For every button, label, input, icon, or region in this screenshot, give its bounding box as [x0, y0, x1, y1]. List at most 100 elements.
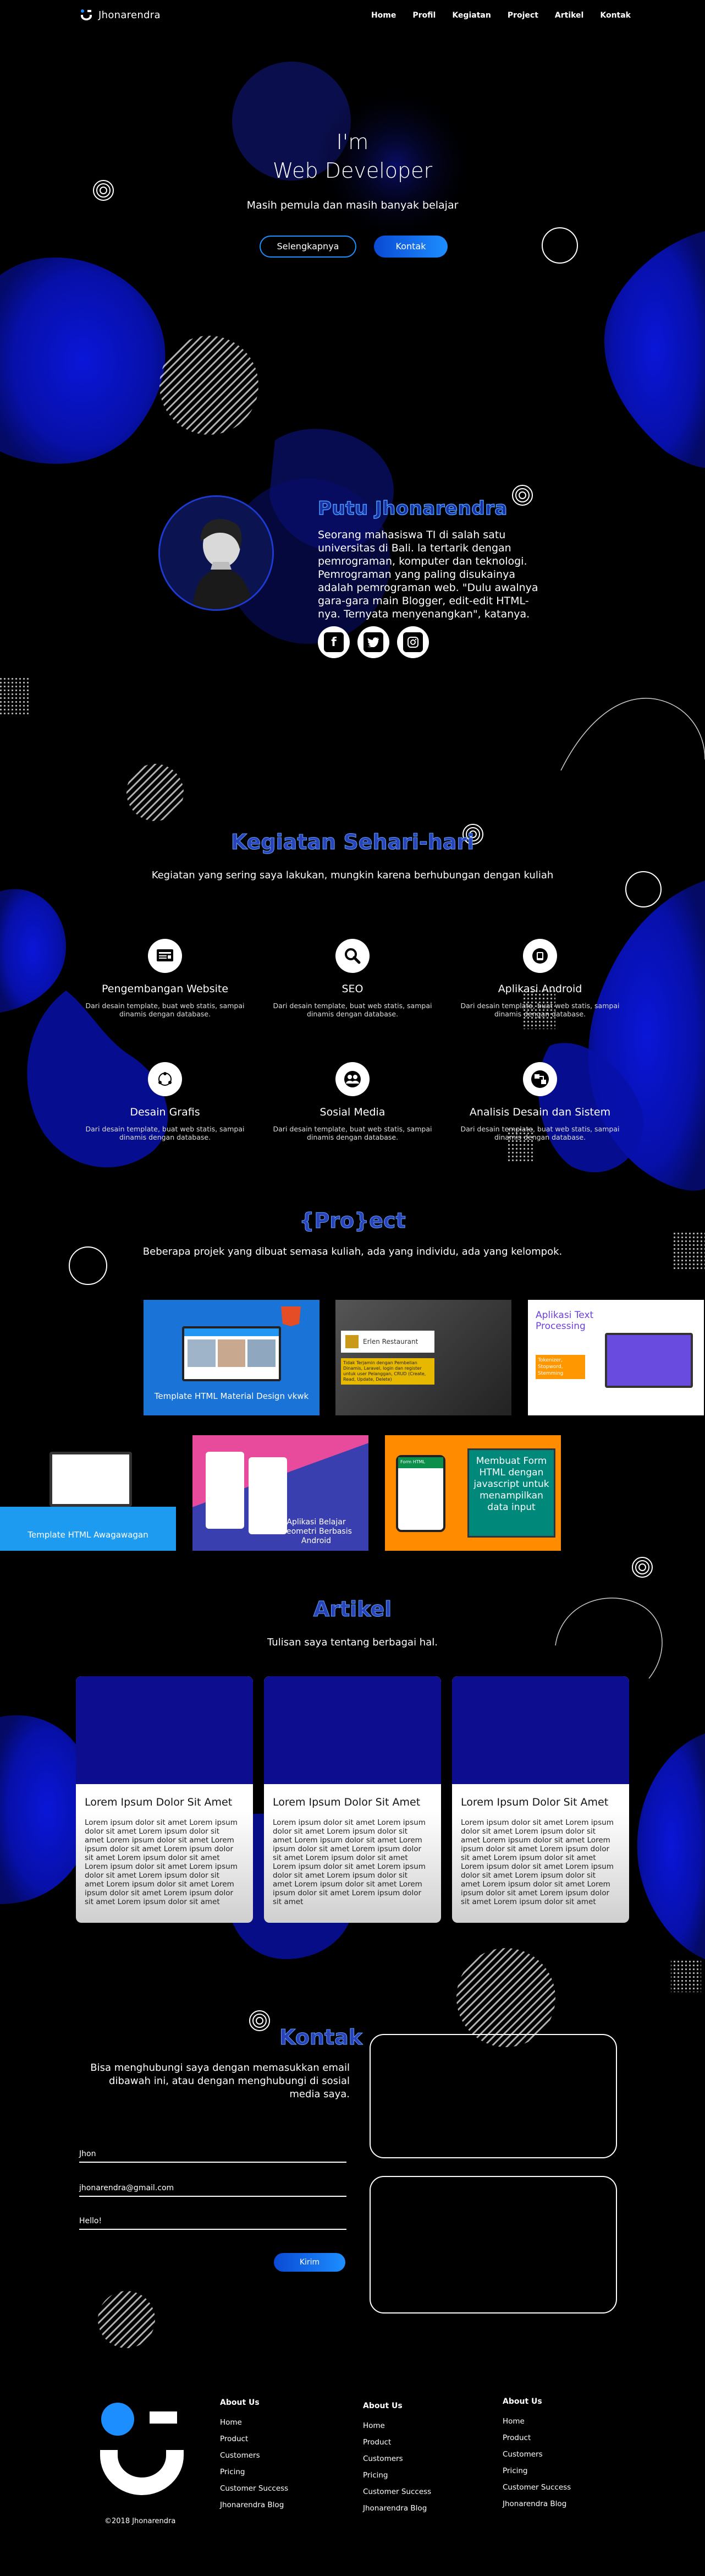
avatar [158, 495, 274, 611]
footer-heading: About Us [363, 2402, 403, 2410]
project-card[interactable]: Aplikasi Text Processing Tokenizer, Stop… [528, 1300, 704, 1415]
project-note: Form HTML [398, 1457, 443, 1468]
footer-link[interactable]: Pricing [220, 2468, 288, 2476]
hero-subtitle: Masih pemula dan masih banyak belajar [246, 199, 459, 211]
facebook-icon: f [324, 632, 344, 652]
footer-link[interactable]: Customers [503, 2450, 571, 2459]
service-desc: Dari desain template, buat web statis, s… [460, 1125, 620, 1141]
nav-artikel[interactable]: Artikel [555, 11, 583, 20]
social-links: f [318, 626, 429, 658]
portrait-image [160, 497, 272, 609]
brand[interactable]: Jhonarendra [80, 9, 161, 21]
nav-profil[interactable]: Profil [412, 11, 436, 20]
hero-title: I'm Web Developer [0, 128, 705, 185]
service-item: SEO Dari desain template, buat web stati… [259, 939, 446, 1018]
phone-mockup: Form HTML [396, 1455, 445, 1532]
project-thumbnail [0, 1507, 176, 1551]
project-badge: Erlen Restaurant [341, 1331, 434, 1353]
article-image [452, 1676, 629, 1784]
service-desc: Dari desain template, buat web statis, s… [85, 1002, 245, 1018]
footer-link[interactable]: Pricing [503, 2466, 571, 2475]
project-caption: Template HTML Material Design vkwk [154, 1391, 309, 1401]
projects-title: {Pro}ect [299, 1208, 406, 1233]
footer-link[interactable]: Pricing [363, 2471, 431, 2480]
footer-link[interactable]: Customer Success [220, 2484, 288, 2493]
footer-link[interactable]: Jhonarendra Blog [363, 2504, 431, 2513]
send-button[interactable]: Kirim [274, 2253, 345, 2272]
footer-logo-icon [100, 2403, 184, 2495]
hero-title-line2: Web Developer [272, 158, 433, 183]
copyright: ©2018 Jhonarendra [104, 2517, 176, 2525]
service-item: Aplikasi Android Dari desain template, b… [447, 939, 634, 1018]
profile-name: Putu Jhonarendra [317, 497, 508, 520]
nav-kegiatan[interactable]: Kegiatan [452, 11, 491, 20]
twitter-icon [363, 632, 383, 652]
article-title: Lorem Ipsum Dolor Sit Amet [273, 1796, 421, 1808]
service-item: Sosial Media Dari desain template, buat … [259, 1062, 446, 1141]
project-caption: Aplikasi Belajar Geometri Berbasis Andro… [280, 1518, 352, 1545]
article-card[interactable]: Lorem Ipsum Dolor Sit Amet Lorem ipsum d… [452, 1676, 629, 1923]
services-subtitle: Kegiatan yang sering saya lakukan, mungk… [151, 869, 554, 881]
project-card[interactable]: Aplikasi Belajar Geometri Berbasis Andro… [192, 1435, 368, 1551]
project-thumbnail [182, 1326, 281, 1381]
contact-title: Kontak [279, 2025, 363, 2050]
article-card[interactable]: Lorem Ipsum Dolor Sit Amet Lorem ipsum d… [264, 1676, 441, 1923]
article-title: Lorem Ipsum Dolor Sit Amet [461, 1796, 609, 1808]
design-icon [148, 1062, 182, 1096]
project-card[interactable]: Erlen Restaurant Tidak Terjamin dengan P… [335, 1300, 511, 1415]
nav-kontak[interactable]: Kontak [600, 11, 631, 20]
footer-link[interactable]: Jhonarendra Blog [220, 2501, 288, 2509]
article-title: Lorem Ipsum Dolor Sit Amet [85, 1796, 233, 1808]
nav-home[interactable]: Home [371, 11, 396, 20]
service-title: Analisis Desain dan Sistem [469, 1106, 611, 1118]
footer-link[interactable]: Customers [363, 2454, 431, 2463]
phone-mockup [206, 1452, 244, 1529]
logo-icon [81, 9, 92, 20]
service-item: Analisis Desain dan Sistem Dari desain t… [447, 1062, 634, 1141]
name-field[interactable]: Jhon [79, 2150, 346, 2163]
article-text: Lorem ipsum dolor sit amet Lorem ipsum d… [85, 1818, 238, 1906]
contact-button[interactable]: Kontak [374, 236, 448, 258]
project-caption: Aplikasi Text Processing [536, 1310, 594, 1332]
html5-icon [281, 1306, 301, 1326]
project-card[interactable]: Template HTML Material Design vkwk [144, 1300, 320, 1415]
nav-links: Home Profil Kegiatan Project Artikel Kon… [371, 11, 631, 20]
twitter-link[interactable] [357, 626, 389, 658]
brand-name: Jhonarendra [98, 9, 161, 21]
footer-link[interactable]: Home [220, 2418, 288, 2427]
footer-link[interactable]: Product [220, 2435, 288, 2443]
project-card[interactable]: Form HTML Membuat Form HTML dengan javas… [385, 1435, 561, 1551]
footer-column: About Us Home Product Customers Pricing … [363, 2402, 431, 2520]
footer-column: About Us Home Product Customers Pricing … [503, 2397, 571, 2516]
nav-project[interactable]: Project [508, 11, 538, 20]
footer-link[interactable]: Home [363, 2421, 431, 2430]
footer-link[interactable]: Customer Success [363, 2487, 431, 2496]
projects-subtitle: Beberapa projek yang dibuat semasa kulia… [142, 1246, 563, 1257]
footer-link[interactable]: Customer Success [503, 2483, 571, 2492]
project-thumbnail-screen [49, 1452, 132, 1507]
article-text: Lorem ipsum dolor sit amet Lorem ipsum d… [461, 1818, 614, 1906]
project-card[interactable]: Template HTML Awagawagan [0, 1435, 176, 1551]
service-title: SEO [342, 983, 363, 995]
footer-link[interactable]: Customers [220, 2451, 288, 2460]
articles-title: Artikel [313, 1597, 392, 1622]
profile-description: Seorang mahasiswa TI di salah satu unive… [318, 529, 538, 620]
service-title: Aplikasi Android [498, 983, 582, 995]
service-title: Desain Grafis [130, 1106, 200, 1118]
instagram-link[interactable] [397, 626, 429, 658]
project-note: Tokenizer, Stopword, Stemming [536, 1355, 585, 1379]
footer-link[interactable]: Home [503, 2417, 571, 2426]
footer-link[interactable]: Product [363, 2438, 431, 2447]
service-desc: Dari desain template, buat web statis, s… [273, 1002, 432, 1018]
service-title: Pengembangan Website [101, 983, 229, 995]
email-field[interactable]: jhonarendra@gmail.com [79, 2184, 346, 2197]
article-card[interactable]: Lorem Ipsum Dolor Sit Amet Lorem ipsum d… [76, 1676, 253, 1923]
message-field[interactable]: Hello! [79, 2217, 346, 2230]
footer-link[interactable]: Product [503, 2433, 571, 2442]
facebook-link[interactable]: f [318, 626, 350, 658]
service-item: Pengembangan Website Dari desain templat… [71, 939, 258, 1018]
service-desc: Dari desain template, buat web statis, s… [273, 1125, 432, 1141]
more-button[interactable]: Selengkapnya [260, 236, 356, 258]
article-image [76, 1676, 253, 1784]
footer-link[interactable]: Jhonarendra Blog [503, 2500, 571, 2508]
